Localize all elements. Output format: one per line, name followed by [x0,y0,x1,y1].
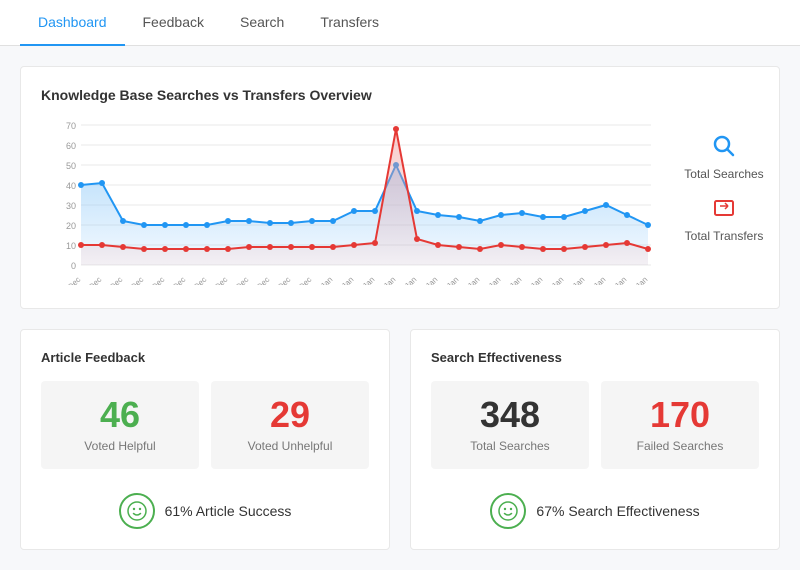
svg-text:04 Jan: 04 Jan [332,275,355,285]
chart-card: Knowledge Base Searches vs Transfers Ove… [20,66,780,309]
transfer-icon [713,197,735,225]
svg-text:11 Jan: 11 Jan [458,275,481,285]
search-effectiveness-smiley [490,493,526,529]
failed-searches-box: 170 Failed Searches [601,381,759,469]
chart-area: 70 60 50 40 30 20 10 0 [41,115,759,288]
search-effectiveness-title: Search Effectiveness [431,350,759,365]
article-feedback-card: Article Feedback 46 Voted Helpful 29 Vot… [20,329,390,550]
svg-text:16 Jan: 16 Jan [563,275,586,285]
search-icon [713,135,735,163]
svg-text:23 Dec: 23 Dec [121,275,145,285]
svg-text:1 Jan: 1 Jan [314,275,334,285]
total-searches-box: 348 Total Searches [431,381,589,469]
app-container: Dashboard Feedback Search Transfers Know… [0,0,800,570]
total-searches-label: Total Searches [441,439,579,453]
search-effectiveness-card: Search Effectiveness 348 Total Searches … [410,329,780,550]
search-effectiveness-footer: 67% Search Effectiveness [431,485,759,529]
svg-text:12 Jan: 12 Jan [479,275,502,285]
legend-total-transfers: Total Transfers [677,197,771,243]
svg-text:07 Jan: 07 Jan [374,275,397,285]
tabs-bar: Dashboard Feedback Search Transfers [0,0,800,46]
svg-text:27 Dec: 27 Dec [205,275,229,285]
tab-transfers[interactable]: Transfers [302,0,397,46]
svg-text:26 Dec: 26 Dec [184,275,208,285]
svg-text:19 Jan: 19 Jan [626,275,649,285]
svg-text:0: 0 [71,261,76,271]
voted-helpful-label: Voted Helpful [51,439,189,453]
voted-unhelpful-value: 29 [221,397,359,433]
article-feedback-title: Article Feedback [41,350,369,365]
main-content: Knowledge Base Searches vs Transfers Ove… [0,46,800,570]
failed-searches-value: 170 [611,397,749,433]
svg-text:50: 50 [66,161,76,171]
svg-text:30 Dec: 30 Dec [268,275,292,285]
svg-text:13 Jan: 13 Jan [500,275,523,285]
svg-text:17 Jan: 17 Jan [584,275,607,285]
svg-text:40: 40 [66,181,76,191]
svg-text:25 Dec: 25 Dec [163,275,187,285]
svg-text:10 Jan: 10 Jan [437,275,460,285]
svg-text:22 Dec: 22 Dec [100,275,124,285]
article-feedback-boxes: 46 Voted Helpful 29 Voted Unhelpful [41,381,369,469]
svg-text:06 Jan: 06 Jan [353,275,376,285]
svg-text:14 Jan: 14 Jan [521,275,544,285]
tab-dashboard[interactable]: Dashboard [20,0,125,46]
voted-helpful-value: 46 [51,397,189,433]
legend-total-transfers-label: Total Transfers [685,229,764,243]
svg-text:31 Dec: 31 Dec [289,275,313,285]
voted-helpful-box: 46 Voted Helpful [41,381,199,469]
chart-svg: 70 60 50 40 30 20 10 0 [41,115,661,288]
chart-title: Knowledge Base Searches vs Transfers Ove… [41,87,759,103]
svg-text:28 Dec: 28 Dec [226,275,250,285]
svg-text:60: 60 [66,141,76,151]
failed-searches-label: Failed Searches [611,439,749,453]
chart-legend: Total Searches Total Transfers [661,115,771,243]
svg-text:09 Jan: 09 Jan [416,275,439,285]
total-searches-value: 348 [441,397,579,433]
tab-feedback[interactable]: Feedback [125,0,222,46]
svg-text:21 Dec: 21 Dec [79,275,103,285]
article-success-text: 61% Article Success [165,503,292,519]
svg-text:08 Jan: 08 Jan [395,275,418,285]
svg-text:20 Dec: 20 Dec [58,275,82,285]
cards-row: Article Feedback 46 Voted Helpful 29 Vot… [20,329,780,550]
svg-text:29 Dec: 29 Dec [247,275,271,285]
search-effectiveness-text: 67% Search Effectiveness [536,503,699,519]
search-effectiveness-boxes: 348 Total Searches 170 Failed Searches [431,381,759,469]
svg-text:10: 10 [66,241,76,251]
voted-unhelpful-box: 29 Voted Unhelpful [211,381,369,469]
svg-text:18 Jan: 18 Jan [605,275,628,285]
svg-text:20: 20 [66,221,76,231]
tab-search[interactable]: Search [222,0,302,46]
article-success-smiley [119,493,155,529]
svg-text:15 Jan: 15 Jan [542,275,565,285]
legend-total-searches-label: Total Searches [684,167,763,181]
voted-unhelpful-label: Voted Unhelpful [221,439,359,453]
article-success-footer: 61% Article Success [41,485,369,529]
svg-text:30: 30 [66,201,76,211]
svg-text:70: 70 [66,121,76,131]
svg-text:24 Dec: 24 Dec [142,275,166,285]
legend-total-searches: Total Searches [677,135,771,181]
